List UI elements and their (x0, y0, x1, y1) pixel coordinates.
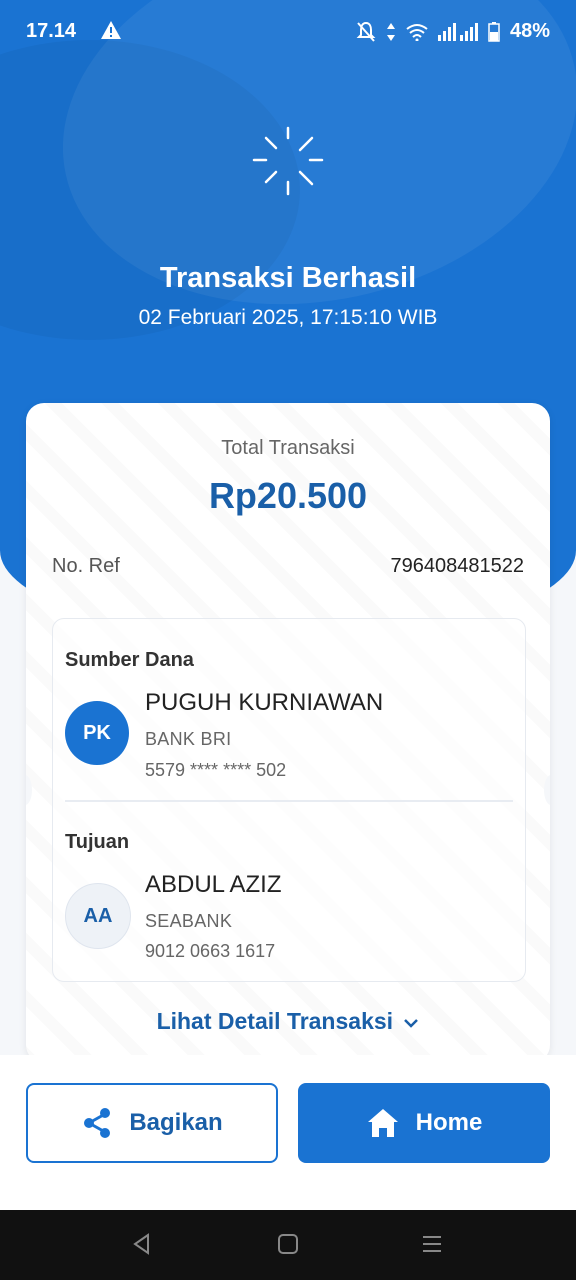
battery-percent: 48% (509, 20, 550, 42)
total-amount: Rp20.500 (208, 475, 368, 516)
total-label: Total Transaksi (221, 437, 355, 459)
destination-avatar: AA (65, 883, 131, 949)
view-details-link[interactable]: Lihat Detail Transaksi (26, 1008, 550, 1035)
success-sparkle-icon (248, 124, 328, 209)
status-icons: 48% (356, 20, 550, 43)
ref-label: No. Ref (52, 555, 120, 577)
source-avatar: PK (65, 701, 129, 765)
destination-name: ABDUL AZIZ (145, 871, 282, 898)
source-name: PUGUH KURNIAWAN (145, 689, 384, 716)
destination-account: 9012 0663 1617 (145, 941, 276, 961)
view-details-label: Lihat Detail Transaksi (156, 1008, 394, 1034)
ref-value: 796408481522 (390, 555, 524, 577)
destination-bank: SEABANK (145, 911, 233, 931)
share-icon (84, 1108, 111, 1138)
signal-icon (437, 22, 478, 41)
destination-section-title: Tujuan (65, 831, 130, 853)
share-button[interactable]: Bagikan (26, 1083, 278, 1163)
receipt-card: Total Transaksi Rp20.500 No. Ref 7964084… (26, 403, 550, 1063)
home-nav-icon[interactable] (276, 1232, 300, 1261)
status-bar: 17.14 48% (0, 0, 576, 64)
recents-icon[interactable] (420, 1232, 444, 1261)
action-footer: Bagikan Home (0, 1055, 576, 1210)
source-bank: BANK BRI (145, 729, 232, 749)
transaction-datetime: 02 Februari 2025, 17:15:10 WIB (138, 306, 438, 329)
page-title: Transaksi Berhasil (159, 262, 417, 294)
divider (65, 800, 513, 802)
mute-icon (356, 21, 376, 43)
source-account: 5579 **** **** 502 (145, 760, 287, 780)
chevron-down-icon (404, 1019, 419, 1028)
status-time: 17.14 (26, 20, 77, 42)
home-icon (367, 1109, 398, 1137)
home-button[interactable]: Home (298, 1083, 550, 1163)
home-label: Home (415, 1109, 483, 1136)
warning-icon (100, 20, 122, 46)
battery-icon (488, 21, 500, 42)
data-icon (386, 22, 396, 42)
back-icon[interactable] (130, 1232, 154, 1261)
share-label: Bagikan (129, 1109, 223, 1136)
wifi-icon (406, 23, 428, 41)
system-nav-bar (0, 1210, 576, 1280)
source-section-title: Sumber Dana (65, 649, 194, 671)
parties-box: Sumber Dana PK PUGUH KURNIAWAN BANK BRI … (52, 618, 526, 982)
